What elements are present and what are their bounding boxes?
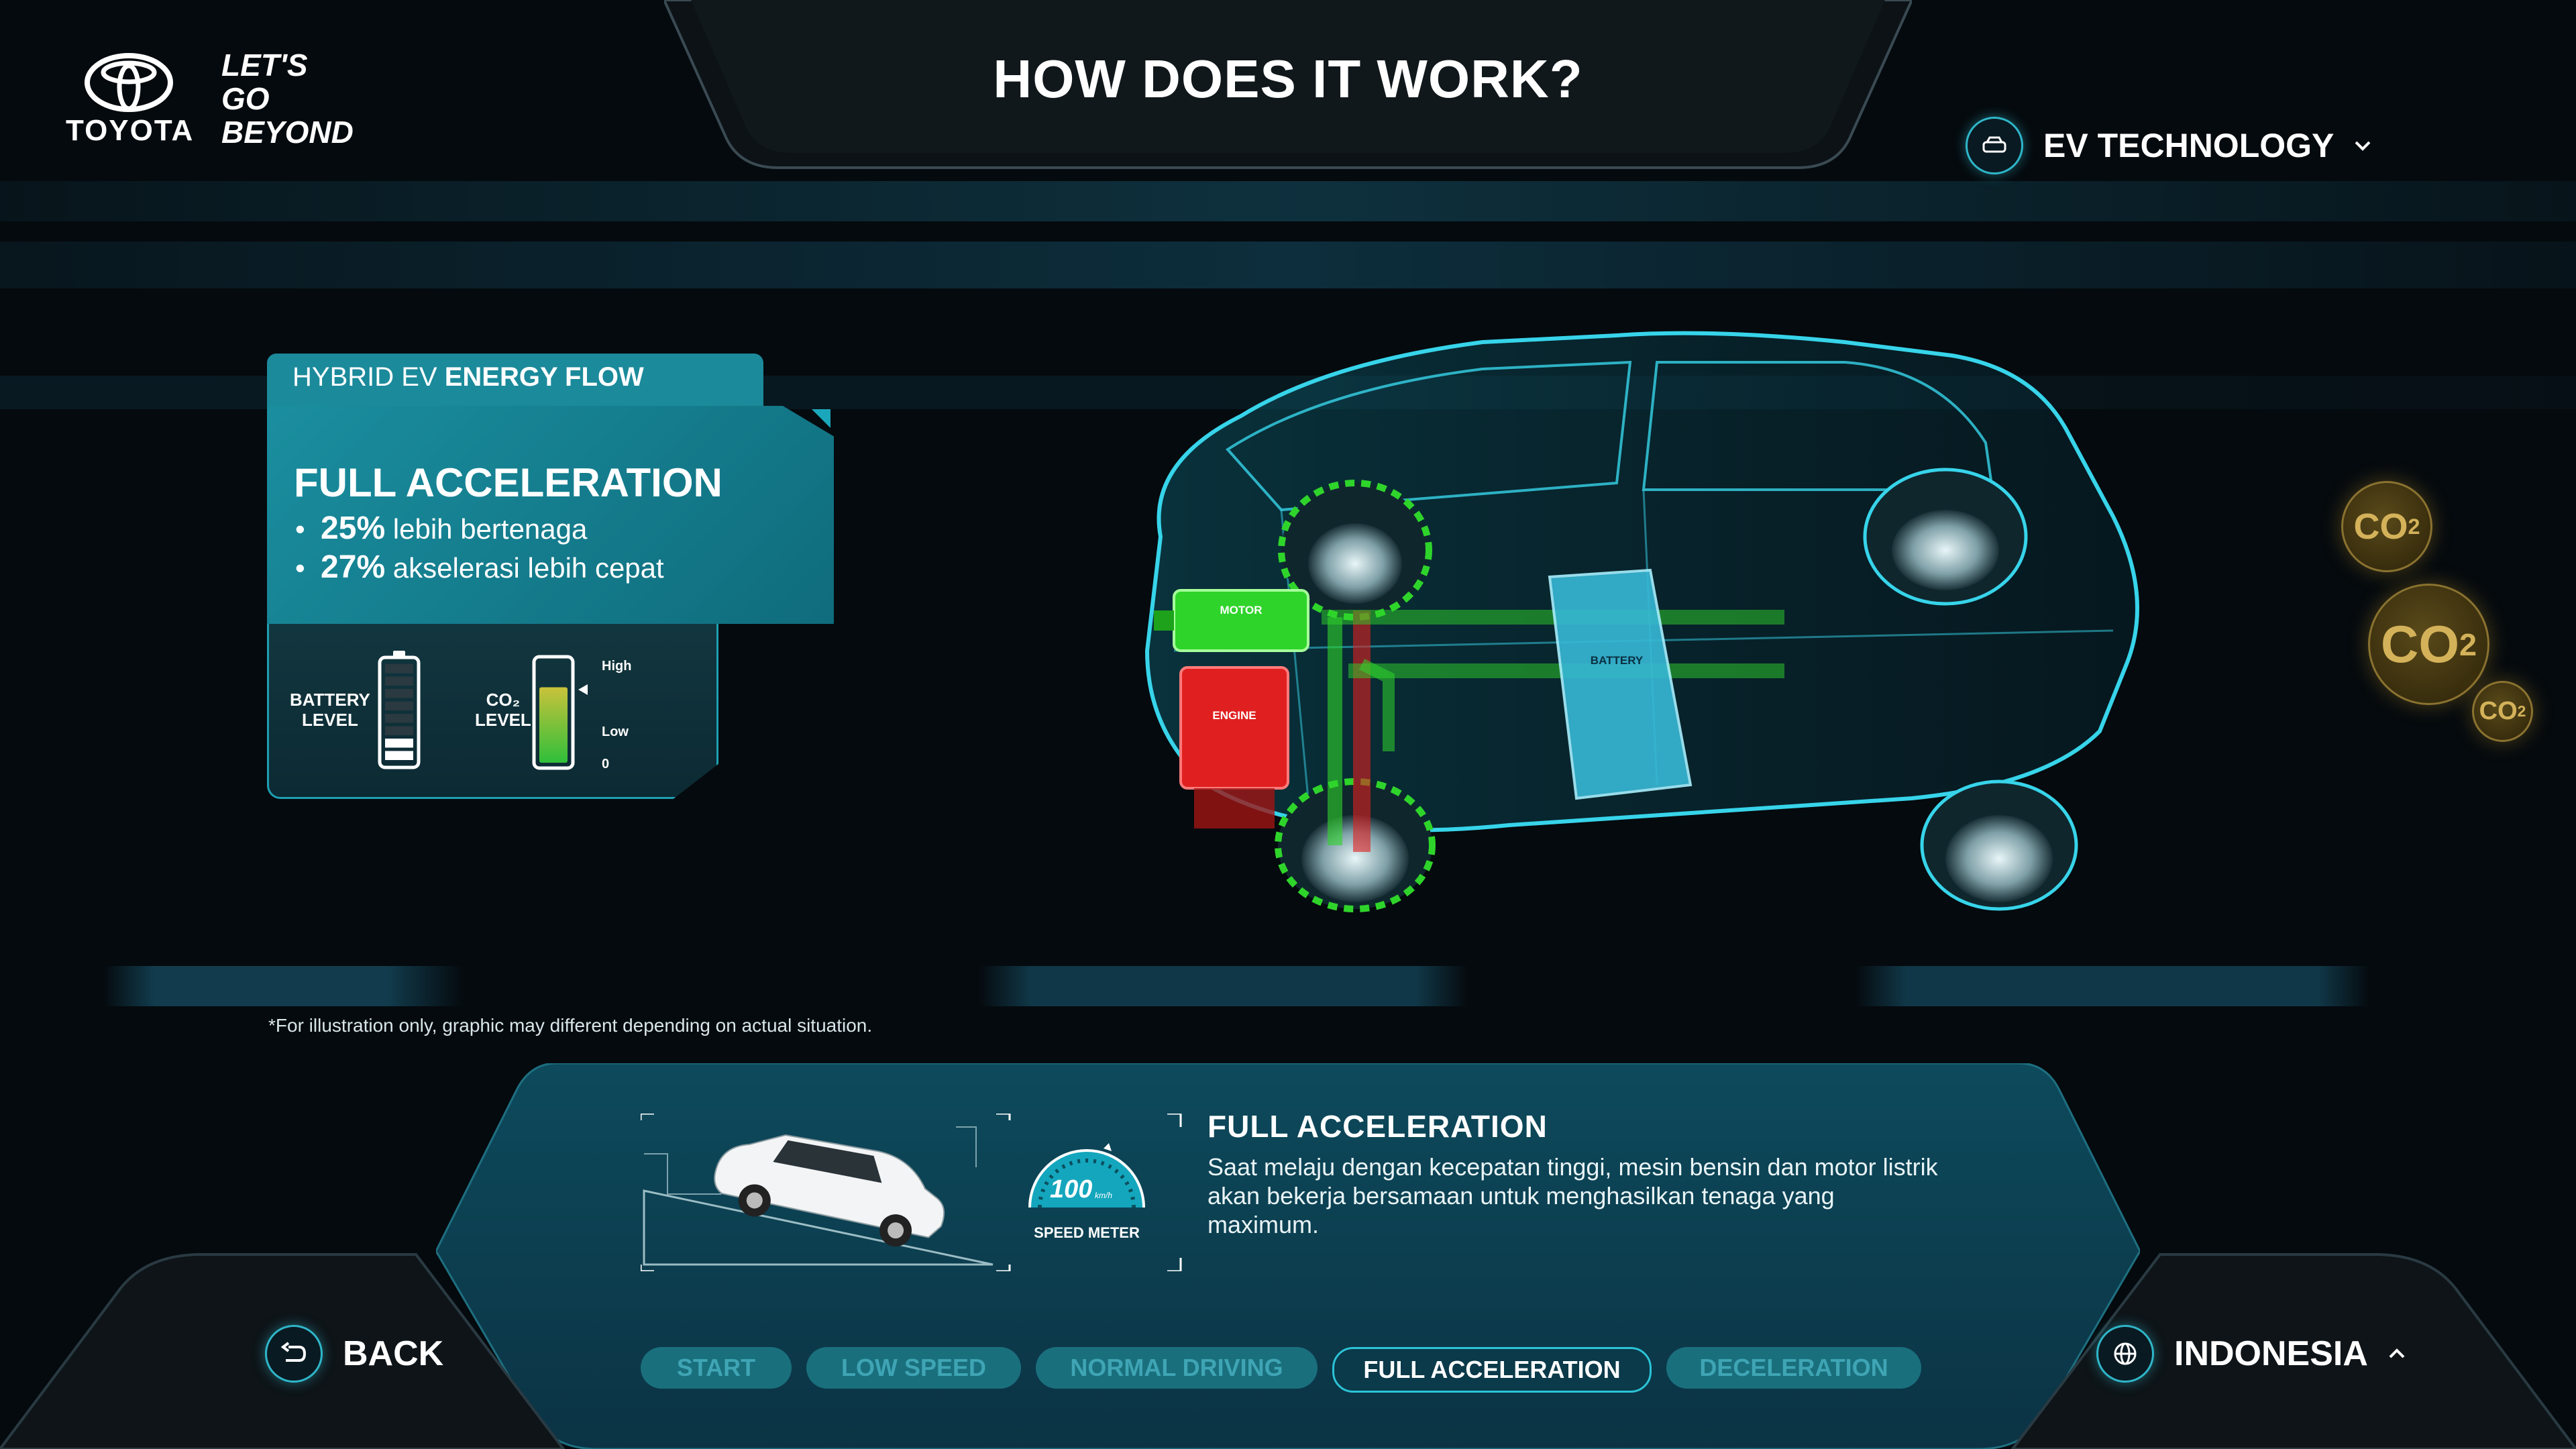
slogan-line: BEYOND <box>221 115 354 150</box>
co2-text: CO <box>2353 506 2408 547</box>
floor-glow <box>0 966 2576 1006</box>
ev-technology-label: EV TECHNOLOGY <box>2043 127 2334 164</box>
speed-unit: km/h <box>1095 1191 1113 1200</box>
label-line: LEVEL <box>475 710 531 730</box>
co2-bubble: CO 2 <box>2472 681 2533 742</box>
speed-meter-label: SPEED METER <box>1034 1224 1140 1241</box>
battery-segment <box>385 689 413 698</box>
motor-label: MOTOR <box>1220 604 1263 616</box>
globe-icon <box>2096 1325 2154 1383</box>
rear-upper-wheel <box>1863 468 2028 606</box>
disclaimer-text: *For illustration only, graphic may diff… <box>268 1015 873 1036</box>
step-start[interactable]: START <box>641 1347 792 1389</box>
bullet-text: lebih bertenaga <box>385 513 588 545</box>
panel-heading: FULL ACCELERATION <box>294 460 722 505</box>
energy-flow-tab-label: HYBRID EV ENERGY FLOW <box>292 362 644 392</box>
hybrid-car-diagram: MOTOR ENGINE BATTERY <box>1144 331 2139 912</box>
driving-mode-steps: START LOW SPEED NORMAL DRIVING FULL ACCE… <box>641 1347 1921 1393</box>
background-glow-band <box>0 241 2576 288</box>
ev-technology-menu[interactable]: EV TECHNOLOGY <box>1966 115 2371 176</box>
language-selector[interactable]: INDONESIA <box>2096 1325 2406 1383</box>
co2-text: CO <box>2380 614 2459 674</box>
battery-segment <box>385 714 413 723</box>
info-title: FULL ACCELERATION <box>1208 1109 1548 1144</box>
co2-pointer-icon <box>578 684 588 695</box>
co2-level-label: CO₂ LEVEL <box>475 690 531 730</box>
battery-label: BATTERY <box>1591 654 1644 667</box>
toyota-wordmark: TOYOTA <box>66 114 195 147</box>
brand-slogan: LET'S GO BEYOND <box>221 48 354 149</box>
info-description: Saat melaju dengan kecepatan tinggi, mes… <box>1208 1153 1938 1238</box>
page-title: HOW DOES IT WORK? <box>993 49 1583 109</box>
bullet-value: 27% <box>321 549 386 585</box>
tab-bold: ENERGY FLOW <box>444 362 644 392</box>
label-line: BATTERY <box>290 690 370 710</box>
bullet-value: 25% <box>321 511 386 546</box>
bullet-text: akselerasi lebih cepat <box>385 552 664 584</box>
battery-segment <box>385 739 413 748</box>
co2-high-label: High <box>602 659 632 674</box>
battery-segment <box>385 701 413 710</box>
step-low-speed[interactable]: LOW SPEED <box>806 1347 1021 1389</box>
car-icon <box>1966 117 2023 174</box>
battery-segment <box>385 726 413 735</box>
chevron-down-icon <box>2355 141 2371 151</box>
language-label: INDONESIA <box>2174 1334 2368 1373</box>
co2-low-label: Low <box>602 724 629 739</box>
label-line: LEVEL <box>302 710 358 730</box>
tab-prefix: HYBRID EV <box>292 362 445 392</box>
panel-corner-icon <box>812 409 830 428</box>
engine-label: ENGINE <box>1212 709 1256 722</box>
label-line: CO₂ <box>486 690 521 710</box>
suv-illustration <box>714 1134 945 1247</box>
step-normal-driving[interactable]: NORMAL DRIVING <box>1036 1347 1318 1389</box>
motor-block: MOTOR <box>1154 589 1309 652</box>
co2-text: CO <box>2479 697 2518 725</box>
panel-bullet: • 25% lebih bertenaga <box>295 511 588 546</box>
back-button[interactable]: BACK <box>265 1325 443 1383</box>
step-deceleration[interactable]: DECELERATION <box>1666 1347 1921 1389</box>
battery-segment <box>385 664 413 674</box>
back-arrow-icon <box>265 1325 323 1383</box>
battery-level-label: BATTERY LEVEL <box>290 690 370 730</box>
step-full-acceleration[interactable]: FULL ACCELERATION <box>1332 1347 1652 1393</box>
co2-level-gauge <box>532 655 575 770</box>
panel-bullet: • 27% akselerasi lebih cepat <box>295 549 664 585</box>
co2-bubble: CO 2 <box>2341 481 2432 572</box>
back-label: BACK <box>343 1334 444 1373</box>
rear-lower-wheel <box>1920 780 2078 911</box>
battery-segment <box>385 676 413 686</box>
slogan-line: GO <box>221 81 270 116</box>
slogan-line: LET'S <box>221 48 308 83</box>
chevron-up-icon <box>2389 1348 2405 1358</box>
speed-value: 100 <box>1050 1175 1093 1203</box>
co2-zero-label: 0 <box>602 757 610 771</box>
toyota-logo-icon <box>85 53 173 112</box>
engine-block: ENGINE <box>1179 666 1289 828</box>
battery-level-gauge <box>378 651 421 769</box>
background-glow-band <box>0 181 2576 221</box>
co2-bubble: CO 2 <box>2368 584 2489 705</box>
battery-segment <box>385 751 413 760</box>
